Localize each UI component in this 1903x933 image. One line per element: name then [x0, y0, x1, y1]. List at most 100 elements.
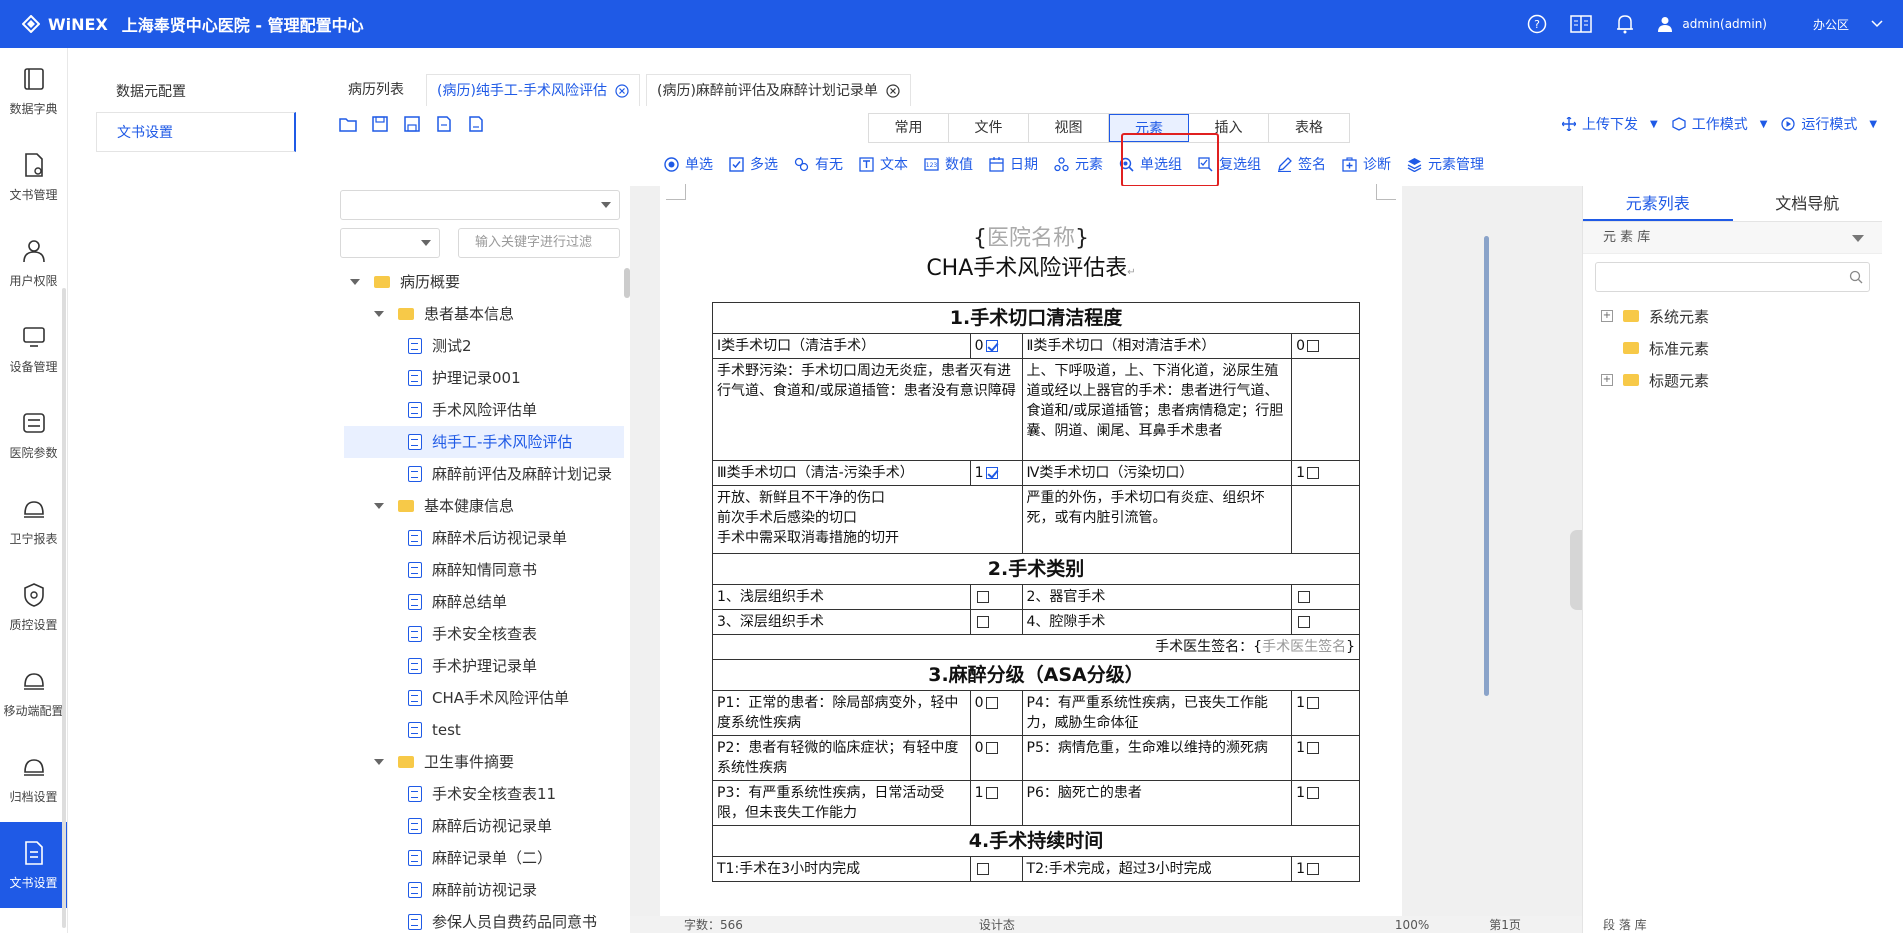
- tree-document[interactable]: 麻醉记录单（二）: [408, 842, 552, 874]
- tree-document[interactable]: 麻醉前访视记录: [408, 874, 537, 906]
- tree-node-title-elements[interactable]: + 标题元素: [1583, 364, 1882, 396]
- score-cell[interactable]: 1: [1291, 690, 1360, 736]
- tree-document[interactable]: 护理记录001: [408, 362, 521, 394]
- checkbox[interactable]: [976, 591, 989, 603]
- check-cell[interactable]: [1291, 584, 1360, 610]
- type-select[interactable]: [340, 228, 440, 258]
- tool-element-mgmt[interactable]: 元素管理: [1407, 152, 1484, 176]
- checkbox-checked[interactable]: [985, 467, 998, 479]
- tree-document[interactable]: 麻醉知情同意书: [408, 554, 537, 586]
- score-cell[interactable]: 0: [969, 333, 1023, 359]
- user-menu[interactable]: admin(admin): [1658, 16, 1767, 32]
- tree-document[interactable]: 手术护理记录单: [408, 650, 537, 682]
- checkbox[interactable]: [976, 616, 989, 628]
- tree-folder[interactable]: 基本健康信息: [374, 490, 514, 522]
- tool-element[interactable]: 元素: [1054, 152, 1103, 176]
- checkbox[interactable]: [1306, 340, 1319, 352]
- close-icon[interactable]: [615, 83, 629, 98]
- run-mode-button[interactable]: 运行模式 ▼: [1781, 114, 1877, 134]
- checkbox[interactable]: [1306, 467, 1319, 479]
- signature-field[interactable]: 手术医生签名: [1262, 639, 1346, 655]
- tree-folder[interactable]: 卫生事件摘要: [374, 746, 514, 778]
- check-cell[interactable]: [969, 584, 1023, 610]
- tool-yes-no[interactable]: 有无: [794, 152, 843, 176]
- score-cell[interactable]: 0: [969, 735, 1023, 781]
- checkbox[interactable]: [1306, 787, 1319, 799]
- score-cell[interactable]: 1: [1291, 780, 1360, 826]
- element-search-input[interactable]: [1595, 262, 1870, 292]
- check-cell[interactable]: [969, 856, 1023, 882]
- office-selector[interactable]: 办公区: [1813, 16, 1849, 33]
- subnav-item-doc-settings[interactable]: 文书设置: [96, 112, 296, 152]
- ribbon-tab-view[interactable]: 视图: [1029, 114, 1109, 142]
- zoom-level[interactable]: 100%: [1395, 918, 1429, 932]
- tree-folder[interactable]: 病历概要: [350, 266, 460, 298]
- rail-item-mobile-config[interactable]: 移动端配置: [0, 650, 67, 736]
- score-cell[interactable]: 0: [1291, 333, 1360, 359]
- checkbox[interactable]: [1298, 591, 1311, 603]
- tree-document[interactable]: 麻醉术后访视记录单: [408, 522, 567, 554]
- tree-document[interactable]: 麻醉后访视记录单: [408, 810, 552, 842]
- ribbon-tab-table[interactable]: 表格: [1269, 114, 1349, 142]
- category-select[interactable]: [340, 190, 620, 220]
- score-cell[interactable]: 0: [969, 690, 1023, 736]
- tool-diagnosis[interactable]: 诊断: [1342, 152, 1391, 176]
- tree-document[interactable]: 手术安全核查表11: [408, 778, 556, 810]
- rail-item-archive-settings[interactable]: 归档设置: [0, 736, 67, 822]
- filter-input[interactable]: 输入关键字进行过滤: [458, 228, 620, 258]
- tab-anesthesia[interactable]: (病历)麻醉前评估及麻醉计划记录单: [645, 74, 911, 106]
- tool-checkbox[interactable]: 多选: [729, 152, 778, 176]
- tree-folder[interactable]: 患者基本信息: [374, 298, 514, 330]
- checkbox[interactable]: [976, 863, 989, 875]
- chevron-down-icon[interactable]: [1861, 20, 1893, 28]
- tree-document[interactable]: test: [408, 714, 461, 746]
- tool-date[interactable]: 日期: [989, 152, 1038, 176]
- checkbox[interactable]: [1306, 863, 1319, 875]
- element-library-dropdown[interactable]: 元 素 库: [1583, 222, 1882, 254]
- tree-document[interactable]: CHA手术风险评估单: [408, 682, 569, 714]
- document-scrollbar[interactable]: [1484, 236, 1489, 696]
- import-icon[interactable]: [434, 114, 454, 134]
- bell-icon[interactable]: [1614, 13, 1636, 35]
- save-as-icon[interactable]: [402, 114, 422, 134]
- score-cell[interactable]: 1: [1291, 735, 1360, 781]
- rail-item-qc-settings[interactable]: 质控设置: [0, 564, 67, 650]
- score-cell[interactable]: 1: [1291, 460, 1360, 486]
- tab-doc-nav[interactable]: 文档导航: [1733, 186, 1883, 221]
- tree-document[interactable]: 手术风险评估单: [408, 394, 537, 426]
- tree-node-standard-elements[interactable]: 标准元素: [1583, 332, 1882, 364]
- rail-item-doc-mgmt[interactable]: 文书管理: [0, 134, 67, 220]
- rail-scrollbar[interactable]: [62, 288, 66, 928]
- caret-down-icon[interactable]: [350, 279, 360, 285]
- checkbox[interactable]: [1298, 616, 1311, 628]
- expand-icon[interactable]: +: [1601, 374, 1613, 386]
- score-cell[interactable]: 1: [969, 780, 1023, 826]
- book-icon[interactable]: [1570, 13, 1593, 35]
- upload-download-button[interactable]: 上传下发 ▼: [1562, 114, 1658, 134]
- ribbon-tab-common[interactable]: 常用: [869, 114, 949, 142]
- help-icon[interactable]: ?: [1526, 13, 1548, 35]
- checkbox[interactable]: [1306, 742, 1319, 754]
- work-mode-button[interactable]: 工作模式 ▼: [1672, 114, 1767, 134]
- rail-item-hospital-params[interactable]: 医院参数: [0, 392, 67, 478]
- rail-item-doc-settings[interactable]: 文书设置: [0, 822, 67, 908]
- tool-signature[interactable]: 签名: [1277, 152, 1326, 176]
- close-icon[interactable]: [886, 83, 900, 98]
- checkbox[interactable]: [985, 742, 998, 754]
- tree-document[interactable]: 麻醉总结单: [408, 586, 507, 618]
- tree-document[interactable]: 参保人员自费药品同意书: [408, 906, 597, 933]
- rail-item-device-mgmt[interactable]: 设备管理: [0, 306, 67, 392]
- checkbox-checked[interactable]: [985, 340, 998, 352]
- subnav-item-data-element[interactable]: 数据元配置: [96, 72, 296, 112]
- rail-item-user-perm[interactable]: 用户权限: [0, 220, 67, 306]
- brand-logo[interactable]: WiNEX: [22, 15, 108, 34]
- tool-radio[interactable]: 单选: [664, 152, 713, 176]
- checkbox[interactable]: [985, 697, 998, 709]
- ribbon-tab-file[interactable]: 文件: [949, 114, 1029, 142]
- checkbox[interactable]: [985, 787, 998, 799]
- tree-document[interactable]: 纯手工-手术风险评估: [344, 426, 624, 458]
- check-cell[interactable]: [969, 609, 1023, 635]
- open-folder-icon[interactable]: [338, 114, 358, 134]
- expand-icon[interactable]: +: [1601, 310, 1613, 322]
- rail-item-report[interactable]: 卫宁报表: [0, 478, 67, 564]
